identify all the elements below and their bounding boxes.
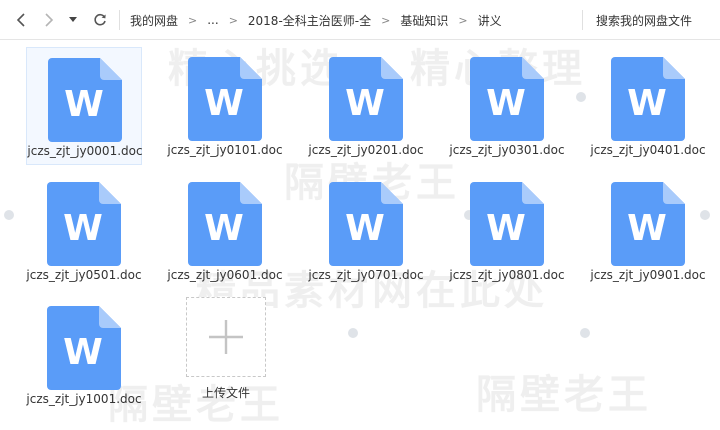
file-name: jczs_zjt_jy0101.doc (167, 143, 283, 157)
word-letter: W (627, 83, 667, 124)
word-letter: W (63, 332, 103, 373)
word-letter: W (204, 208, 244, 249)
word-letter: W (204, 83, 244, 124)
breadcrumb-item-folder[interactable]: 2018-全科主治医师-全 (248, 12, 371, 29)
file-name: jczs_zjt_jy0501.doc (26, 268, 142, 282)
toolbar-divider (582, 10, 583, 30)
file-name: jczs_zjt_jy0201.doc (308, 143, 424, 157)
back-button[interactable] (10, 0, 32, 40)
watermark-dot (576, 92, 586, 102)
file-item[interactable]: Wjczs_zjt_jy0401.doc (590, 47, 706, 165)
word-doc-icon: W (47, 182, 121, 266)
upload-button[interactable] (186, 297, 266, 377)
file-name: jczs_zjt_jy1001.doc (26, 392, 142, 406)
word-letter: W (64, 84, 104, 125)
breadcrumb-item-root[interactable]: 我的网盘 (130, 12, 178, 29)
word-doc-icon: W (611, 57, 685, 141)
chevron-right-icon: > (458, 13, 468, 27)
breadcrumb: 我的网盘 > ... > 2018-全科主治医师-全 > 基础知识 > 讲义 (130, 0, 502, 40)
search-placeholder: 搜索我的网盘文件 (596, 13, 693, 28)
word-letter: W (345, 83, 385, 124)
file-item[interactable]: Wjczs_zjt_jy0301.doc (449, 47, 565, 165)
file-item[interactable]: Wjczs_zjt_jy0201.doc (308, 47, 424, 165)
word-doc-icon: W (329, 182, 403, 266)
file-name: jczs_zjt_jy0301.doc (449, 143, 565, 157)
word-doc-icon: W (48, 58, 122, 142)
word-letter: W (345, 208, 385, 249)
word-letter: W (486, 208, 526, 249)
forward-button[interactable] (38, 0, 60, 40)
refresh-button[interactable] (89, 0, 111, 40)
search-input[interactable]: 搜索我的网盘文件 (596, 0, 720, 40)
breadcrumb-item-ellipsis[interactable]: ... (207, 13, 218, 27)
file-name: jczs_zjt_jy0901.doc (590, 268, 706, 282)
refresh-icon (94, 13, 106, 26)
history-dropdown[interactable] (62, 0, 84, 40)
breadcrumb-item-current[interactable]: 讲义 (478, 12, 502, 29)
toolbar: 我的网盘 > ... > 2018-全科主治医师-全 > 基础知识 > 讲义 搜… (0, 0, 720, 40)
breadcrumb-item-subfolder[interactable]: 基础知识 (400, 12, 448, 29)
file-name: jczs_zjt_jy0801.doc (449, 268, 565, 282)
triangle-down-icon (69, 17, 77, 22)
upload-label: 上传文件 (201, 386, 250, 400)
file-name: jczs_zjt_jy0701.doc (308, 268, 424, 282)
toolbar-divider (119, 10, 120, 30)
chevron-right-icon (45, 13, 54, 27)
word-doc-icon: W (188, 182, 262, 266)
file-item[interactable]: Wjczs_zjt_jy0701.doc (308, 172, 424, 290)
word-letter: W (486, 83, 526, 124)
plus-icon (209, 320, 243, 354)
file-item[interactable]: Wjczs_zjt_jy0901.doc (590, 172, 706, 290)
chevron-right-icon: > (381, 13, 391, 27)
word-doc-icon: W (470, 182, 544, 266)
word-doc-icon: W (611, 182, 685, 266)
file-item[interactable]: Wjczs_zjt_jy0501.doc (26, 172, 142, 290)
file-item[interactable]: Wjczs_zjt_jy1001.doc (26, 296, 142, 414)
file-item[interactable]: Wjczs_zjt_jy0001.doc (26, 47, 143, 165)
word-doc-icon: W (47, 306, 121, 390)
file-item[interactable]: Wjczs_zjt_jy0601.doc (167, 172, 283, 290)
file-name: jczs_zjt_jy0601.doc (167, 268, 283, 282)
chevron-right-icon: > (228, 13, 238, 27)
watermark-dot (580, 328, 590, 338)
word-letter: W (627, 208, 667, 249)
word-letter: W (63, 208, 103, 249)
file-name: jczs_zjt_jy0001.doc (27, 144, 143, 158)
word-doc-icon: W (329, 57, 403, 141)
word-doc-icon: W (470, 57, 544, 141)
file-name: jczs_zjt_jy0401.doc (590, 143, 706, 157)
watermark-text: 隔壁老王 (476, 372, 652, 418)
file-item[interactable]: Wjczs_zjt_jy0801.doc (449, 172, 565, 290)
chevron-right-icon: > (188, 13, 198, 27)
watermark-dot (348, 328, 358, 338)
file-item[interactable]: Wjczs_zjt_jy0101.doc (167, 47, 283, 165)
watermark-dot (4, 210, 14, 220)
chevron-left-icon (16, 13, 25, 27)
word-doc-icon: W (188, 57, 262, 141)
